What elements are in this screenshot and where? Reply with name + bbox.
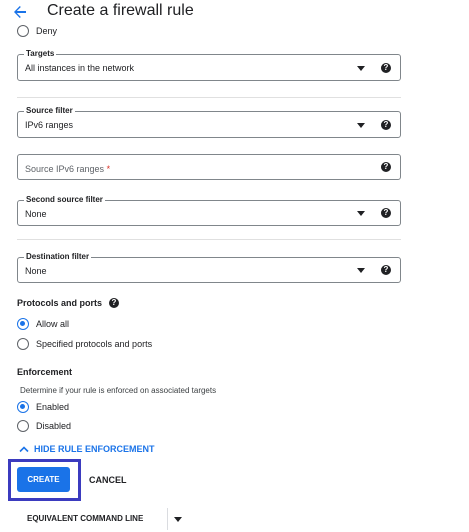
deny-radio-option[interactable]: Deny <box>17 25 57 37</box>
chevron-down-icon[interactable] <box>174 517 182 522</box>
destination-filter-select[interactable]: Destination filter None ? <box>17 252 401 283</box>
specified-protocols-radio-option[interactable]: Specified protocols and ports <box>17 338 152 350</box>
targets-select[interactable]: Targets All instances in the network ? <box>17 49 401 81</box>
allow-all-radio[interactable] <box>17 318 29 330</box>
source-ipv6-ranges-input[interactable]: Source IPv6 ranges * ? <box>17 154 401 180</box>
enforcement-helper: Determine if your rule is enforced on as… <box>20 386 217 395</box>
create-button[interactable]: CREATE <box>17 467 70 492</box>
source-filter-select[interactable]: Source filter IPv6 ranges ? <box>17 106 401 138</box>
deny-label: Deny <box>36 26 58 36</box>
disabled-radio[interactable] <box>17 420 29 432</box>
source-ranges-placeholder-text: Source IPv6 ranges <box>25 164 105 174</box>
help-icon[interactable]: ? <box>381 63 391 73</box>
cancel-button[interactable]: CANCEL <box>89 475 127 485</box>
chevron-down-icon <box>357 66 365 71</box>
help-icon[interactable]: ? <box>109 298 119 308</box>
chevron-up-icon <box>19 446 29 453</box>
disabled-radio-option[interactable]: Disabled <box>17 420 71 432</box>
help-icon[interactable]: ? <box>381 162 391 172</box>
disabled-label: Disabled <box>36 421 72 431</box>
help-icon[interactable]: ? <box>381 208 391 218</box>
equivalent-command-line-button[interactable]: EQUIVALENT COMMAND LINE <box>27 514 143 523</box>
chevron-down-icon <box>357 123 365 128</box>
enabled-label: Enabled <box>36 402 70 412</box>
specified-protocols-radio[interactable] <box>17 338 29 350</box>
help-icon[interactable]: ? <box>381 120 391 130</box>
enabled-radio-option[interactable]: Enabled <box>17 401 69 413</box>
destination-filter-legend: Destination filter <box>24 252 92 262</box>
required-mark: * <box>106 164 111 174</box>
page-header: Create a firewall rule <box>0 0 469 26</box>
chevron-down-icon <box>357 211 365 216</box>
help-icon[interactable]: ? <box>381 265 391 275</box>
hide-rule-enforcement-label: HIDE RULE ENFORCEMENT <box>34 444 155 454</box>
page-title: Create a firewall rule <box>47 2 194 19</box>
divider <box>17 239 401 240</box>
protocols-title-text: Protocols and ports <box>17 298 103 308</box>
back-arrow-icon[interactable] <box>12 4 28 20</box>
enabled-radio[interactable] <box>17 401 29 413</box>
second-source-filter-select[interactable]: Second source filter None ? <box>17 195 401 226</box>
divider <box>17 97 401 98</box>
enforcement-title: Enforcement <box>17 367 73 377</box>
second-source-filter-value: None <box>25 209 47 219</box>
targets-value: All instances in the network <box>25 63 135 73</box>
hide-rule-enforcement-link[interactable]: HIDE RULE ENFORCEMENT <box>19 444 155 454</box>
targets-legend: Targets <box>24 49 57 59</box>
protocols-title: Protocols and ports <box>17 298 102 308</box>
destination-filter-value: None <box>25 266 47 276</box>
specified-protocols-label: Specified protocols and ports <box>36 339 153 349</box>
allow-all-radio-option[interactable]: Allow all <box>17 318 69 330</box>
source-filter-value: IPv6 ranges <box>25 120 74 130</box>
button-divider <box>167 508 168 530</box>
source-filter-legend: Source filter <box>24 106 75 116</box>
deny-radio[interactable] <box>17 25 29 37</box>
allow-all-label: Allow all <box>36 319 70 329</box>
source-ranges-placeholder: Source IPv6 ranges * <box>25 164 110 174</box>
second-source-filter-legend: Second source filter <box>24 195 105 205</box>
chevron-down-icon <box>357 268 365 273</box>
